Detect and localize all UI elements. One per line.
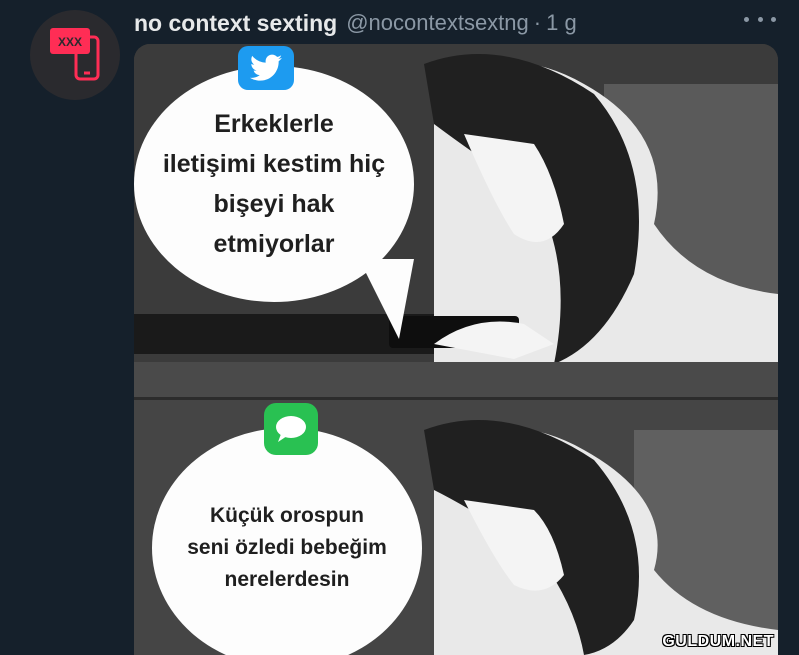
phone-xxx-icon: XXX	[50, 28, 100, 81]
tweet-header: no context sexting @nocontextsextng · 1 …	[134, 6, 577, 40]
display-name[interactable]: no context sexting	[134, 10, 337, 37]
separator-dot: ·	[533, 10, 542, 35]
top-bubble-text: Erkeklerle iletişimi kestim hiç bişeyi h…	[162, 110, 386, 258]
more-dot	[771, 16, 776, 22]
avatar[interactable]: XXX	[30, 10, 120, 100]
user-handle[interactable]: @nocontextsextng	[346, 10, 529, 36]
meme-bottom-panel: Küçük orospun seni özledi bebeğim nerele…	[134, 400, 778, 655]
speech-bubble-tail	[359, 259, 414, 339]
messages-icon	[264, 403, 318, 455]
watermark-text: GULDUM.NET	[662, 633, 774, 650]
bottom-bubble-text: Küçük orospun seni özledi bebeğim nerele…	[187, 504, 387, 591]
twitter-bird-icon	[238, 46, 294, 90]
more-dot	[744, 16, 749, 22]
more-options-icon[interactable]	[744, 8, 776, 30]
bottom-speech-bubble: Küçük orospun seni özledi bebeğim nerele…	[152, 428, 422, 655]
avatar-badge-text: XXX	[58, 35, 82, 49]
meme-top-panel: Erkeklerle iletişimi kestim hiç bişeyi h…	[134, 44, 778, 397]
tweet-timestamp[interactable]: 1 g	[546, 10, 577, 36]
tweet-media-image[interactable]: Erkeklerle iletişimi kestim hiç bişeyi h…	[134, 44, 778, 655]
more-dot	[757, 16, 763, 22]
